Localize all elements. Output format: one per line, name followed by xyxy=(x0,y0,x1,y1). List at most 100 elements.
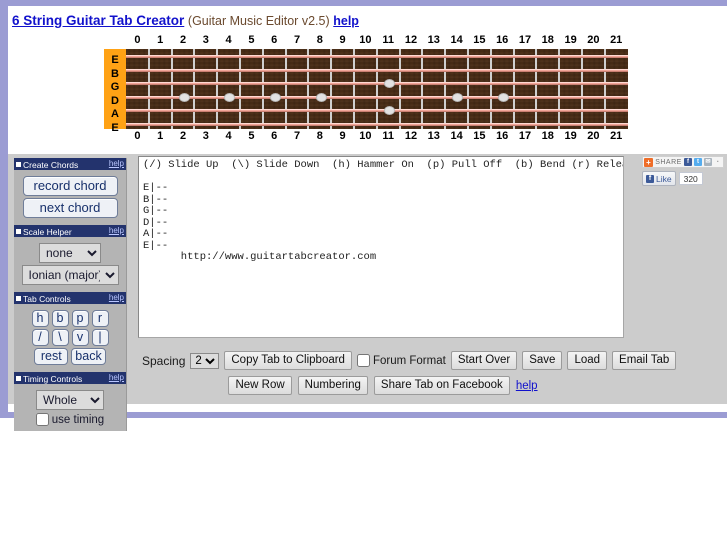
create-chords-help-link[interactable]: help xyxy=(109,159,124,168)
note-duration-select[interactable]: Whole xyxy=(36,390,104,410)
addthis-share-bar[interactable]: + SHARE f t ✉ · xyxy=(642,156,724,168)
scale-root-select[interactable]: none xyxy=(39,243,101,263)
facebook-like-button[interactable]: f Like xyxy=(642,171,676,186)
tab-control-row-3: rest back xyxy=(14,348,126,365)
panel-timing-controls-title: Timing Controls xyxy=(23,373,83,384)
use-timing-label: use timing xyxy=(51,413,105,426)
fretboard-board[interactable]: EBGDAE xyxy=(104,49,628,134)
tab-key-vibrato[interactable]: v xyxy=(71,329,89,346)
fret-number: 1 xyxy=(157,34,164,46)
controls-row-primary: Spacing 2 Copy Tab to Clipboard Forum Fo… xyxy=(138,351,677,370)
numbering-button[interactable]: Numbering xyxy=(297,376,368,395)
fretboard-wood[interactable] xyxy=(126,49,628,129)
fret-number: 9 xyxy=(339,130,346,142)
tab-key-rest[interactable]: rest xyxy=(34,348,69,365)
tab-key-bar[interactable]: | xyxy=(91,329,109,346)
panel-create-chords-header: Create Chords help xyxy=(14,158,126,170)
tab-textarea[interactable] xyxy=(138,156,624,338)
tab-key-release[interactable]: r xyxy=(91,310,109,327)
save-button[interactable]: Save xyxy=(522,351,563,370)
tab-key-bend[interactable]: b xyxy=(51,310,69,327)
plus-icon[interactable]: + xyxy=(644,157,653,167)
guitar-string[interactable] xyxy=(126,82,628,86)
next-chord-button[interactable]: next chord xyxy=(22,198,118,218)
fret-number: 6 xyxy=(271,130,278,142)
panel-scale-helper-body: none Ionian (major) xyxy=(14,237,126,292)
timing-controls-help-link[interactable]: help xyxy=(109,373,124,382)
fret-marker-dot xyxy=(384,79,395,89)
fret-number: 10 xyxy=(359,130,372,142)
fret-wire xyxy=(581,49,583,129)
guitar-string[interactable] xyxy=(126,109,628,113)
tab-controls-help-link[interactable]: help xyxy=(109,293,124,302)
guitar-string[interactable] xyxy=(126,68,628,72)
facebook-icon[interactable]: f xyxy=(684,158,692,166)
fret-marker-dot xyxy=(270,92,281,102)
panel-scale-helper: Scale Helper help none Ionian (major) xyxy=(14,225,126,292)
panel-tab-controls: Tab Controls help h b p r / \ v | rest b… xyxy=(14,292,126,372)
guitar-string[interactable] xyxy=(126,123,628,126)
fret-marker-dot xyxy=(224,92,236,102)
new-row-button[interactable]: New Row xyxy=(228,376,292,395)
copy-tab-to-clipboard-button[interactable]: Copy Tab to Clipboard xyxy=(224,351,352,370)
panel-timing-controls-body: Whole use timing xyxy=(14,384,126,431)
tab-key-hammer-on[interactable]: h xyxy=(31,310,49,327)
header-help-link[interactable]: help xyxy=(333,14,359,28)
fret-numbers-bottom: 0 1 2 3 4 5 6 7 8 9 10 11 12 13 14 15 16 17 18 19 20 21 xyxy=(104,130,628,144)
window-box-icon xyxy=(16,296,21,302)
panel-tab-controls-body: h b p r / \ v | rest back xyxy=(14,304,126,372)
guitar-string[interactable] xyxy=(126,95,628,99)
more-options-icon[interactable]: · xyxy=(714,158,722,166)
page-content: 6 String Guitar Tab Creator (Guitar Musi… xyxy=(8,6,727,431)
forum-format-label[interactable]: Forum Format xyxy=(356,354,446,367)
email-icon[interactable]: ✉ xyxy=(704,158,712,166)
fret-number: 4 xyxy=(225,34,232,46)
forum-format-checkbox[interactable] xyxy=(356,354,370,367)
fret-wire xyxy=(603,49,606,129)
string-label: B xyxy=(111,67,119,80)
record-chord-button[interactable]: record chord xyxy=(22,176,118,196)
fret-number: 8 xyxy=(316,34,323,46)
fret-marker-dot xyxy=(315,92,327,102)
fret-wire xyxy=(261,49,264,129)
panel-create-chords-title: Create Chords xyxy=(23,159,79,170)
tab-key-back[interactable]: back xyxy=(71,348,106,365)
fretboard[interactable]: 0 1 2 3 4 5 6 7 8 9 10 11 12 13 14 15 16 17 18 19 20 21 EBGDA… xyxy=(104,34,628,144)
fret-wire xyxy=(398,49,401,129)
fret-wire xyxy=(375,49,378,129)
twitter-icon[interactable]: t xyxy=(694,158,702,166)
share-tab-on-facebook-button[interactable]: Share Tab on Facebook xyxy=(373,376,510,395)
share-label: SHARE xyxy=(655,158,682,166)
tab-key-slide-up[interactable]: / xyxy=(31,329,49,346)
fret-wire xyxy=(147,49,150,129)
panel-tab-controls-header: Tab Controls help xyxy=(14,292,126,304)
window-box-icon xyxy=(16,162,21,168)
tab-key-pull-off[interactable]: p xyxy=(71,310,89,327)
tab-key-slide-down[interactable]: \ xyxy=(51,329,69,346)
fret-wire xyxy=(239,49,241,129)
guitar-string[interactable] xyxy=(126,55,628,58)
spacing-select[interactable]: 2 xyxy=(190,352,220,369)
spacing-label: Spacing xyxy=(142,353,186,368)
panel-create-chords-body: record chord next chord xyxy=(14,170,126,225)
start-over-button[interactable]: Start Over xyxy=(450,351,518,370)
editor-area: Spacing 2 Copy Tab to Clipboard Forum Fo… xyxy=(138,156,677,395)
fret-number: 11 xyxy=(382,130,394,142)
app-title-link[interactable]: 6 String Guitar Tab Creator xyxy=(12,13,184,28)
load-button[interactable]: Load xyxy=(567,351,608,370)
panel-create-chords: Create Chords help record chord next cho… xyxy=(14,158,126,225)
facebook-f-icon: f xyxy=(646,174,654,183)
controls-help-link[interactable]: help xyxy=(516,380,538,392)
fret-marker-dot xyxy=(452,92,464,102)
page-root: 6 String Guitar Tab Creator (Guitar Musi… xyxy=(0,0,727,431)
panel-timing-controls-header: Timing Controls help xyxy=(14,372,126,384)
fret-wire xyxy=(489,49,492,129)
forum-format-text: Forum Format xyxy=(372,354,446,367)
editor-app-panel: Create Chords help record chord next cho… xyxy=(8,154,727,431)
scale-mode-select[interactable]: Ionian (major) xyxy=(21,265,119,285)
scale-helper-help-link[interactable]: help xyxy=(109,226,124,235)
string-label: E xyxy=(111,54,119,66)
fret-number: 6 xyxy=(271,34,278,46)
email-tab-button[interactable]: Email Tab xyxy=(612,351,677,370)
use-timing-checkbox[interactable] xyxy=(35,413,49,426)
